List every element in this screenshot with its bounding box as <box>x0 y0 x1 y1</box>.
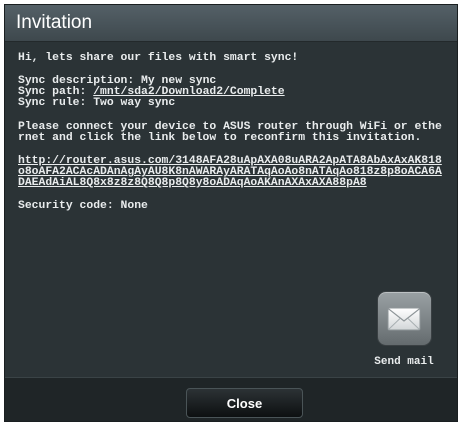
sync-details: Sync description: My new sync Sync path:… <box>18 75 445 109</box>
sync-rule-label: Sync rule: <box>18 97 94 109</box>
sync-rule-value: Two way sync <box>93 97 176 109</box>
sync-rule-line: Sync rule: Two way sync <box>18 97 445 109</box>
invitation-link[interactable]: http://router.asus.com/3148AFA28uApAXA08… <box>18 155 446 189</box>
instructions-text: Please connect your device to ASUS route… <box>18 121 442 144</box>
greeting-text: Hi, lets share our files with smart sync… <box>18 52 299 64</box>
envelope-icon <box>387 307 421 330</box>
send-mail-label: Send mail <box>374 356 434 368</box>
dialog-footer: Close <box>5 377 457 421</box>
send-mail-area: Send mail <box>361 291 447 368</box>
invitation-dialog: Invitation Hi, lets share our files with… <box>4 4 458 422</box>
security-code-line: Security code: None <box>18 200 445 212</box>
close-button[interactable]: Close <box>186 388 303 418</box>
dialog-content: Hi, lets share our files with smart sync… <box>5 42 457 212</box>
dialog-title: Invitation <box>16 12 93 33</box>
dialog-title-bar: Invitation <box>5 5 457 42</box>
send-mail-button[interactable] <box>376 291 432 346</box>
security-code-value: None <box>120 200 148 212</box>
security-code-label: Security code: <box>18 200 121 212</box>
